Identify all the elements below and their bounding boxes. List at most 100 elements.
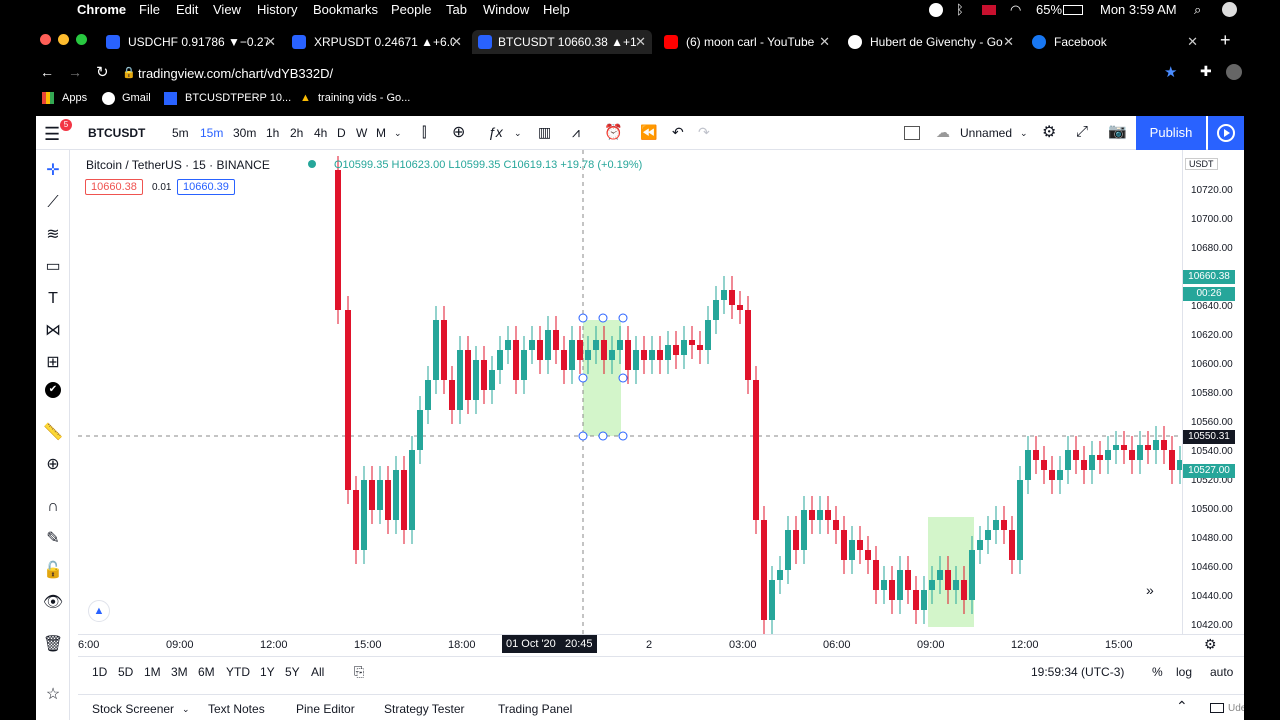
financials-icon[interactable]: ▥ — [538, 124, 551, 141]
tab-pine-editor[interactable]: Pine Editor — [296, 702, 355, 716]
range-all[interactable]: All — [311, 665, 324, 679]
ruler-icon[interactable]: 📏 — [42, 422, 64, 444]
main-menu-icon[interactable]: ☰ — [44, 124, 60, 145]
menu-window[interactable]: Window — [483, 2, 529, 17]
interval-4h[interactable]: 4h — [314, 126, 327, 140]
hide-drawings-eye-icon[interactable]: 👁 — [42, 592, 64, 614]
candle-type-icon[interactable]: ⫿ — [422, 124, 426, 141]
crosshair-icon[interactable]: ✛ — [42, 160, 64, 182]
chart-area[interactable]: Bitcoin / TetherUS · 15 · BINANCE O10599… — [78, 150, 1182, 634]
bookmark-btcusdtperp[interactable]: BTCUSDTPERP 10... — [185, 92, 291, 104]
close-tab-icon[interactable]: ✕ — [1187, 34, 1198, 50]
goto-date-calendar-icon[interactable]: ⎘ — [354, 664, 364, 680]
drawing-handle[interactable] — [578, 313, 588, 323]
layout-name[interactable]: Unnamed — [960, 126, 1012, 140]
bookmark-star-icon[interactable]: ★ — [1164, 63, 1177, 81]
interval-1h[interactable]: 1h — [266, 126, 279, 140]
lock-icon[interactable]: 🔒 — [122, 66, 136, 79]
spotlight-search-icon[interactable]: ⌕ — [1194, 2, 1201, 18]
maximize-panel-icon[interactable] — [1210, 703, 1224, 713]
highlight-box[interactable] — [583, 320, 621, 436]
redo-icon[interactable]: ↷ — [698, 124, 710, 141]
log-scale-toggle[interactable]: log — [1176, 665, 1192, 679]
compare-add-icon[interactable]: ⊕ — [452, 122, 465, 142]
record-icon[interactable] — [929, 3, 943, 17]
browser-tab[interactable]: Facebook ✕ — [1032, 30, 1198, 54]
menu-clock[interactable]: Mon 3:59 AM — [1100, 2, 1177, 17]
interval-d[interactable]: D — [337, 126, 346, 140]
interval-w[interactable]: W — [356, 126, 367, 140]
flag-icon[interactable] — [982, 5, 996, 15]
bookmark-gmail[interactable]: Gmail — [122, 92, 151, 104]
axis-settings-gear-icon[interactable]: ⚙ — [1204, 636, 1217, 653]
indicators-chevron-down-icon[interactable]: ⌄ — [514, 128, 522, 139]
close-tab-icon[interactable]: ✕ — [265, 34, 276, 50]
rectangle-tool-icon[interactable]: ▭ — [42, 256, 64, 278]
percent-scale-toggle[interactable]: % — [1152, 665, 1163, 679]
window-zoom-button[interactable] — [76, 34, 87, 45]
bluetooth-icon[interactable]: ᛒ — [956, 2, 964, 17]
tradingview-logo-icon[interactable]: ▲ — [88, 600, 110, 622]
time-axis[interactable]: 6:00 09:00 12:00 15:00 18:00 2 03:00 06:… — [78, 634, 1244, 656]
close-tab-icon[interactable]: ✕ — [451, 34, 462, 50]
browser-tab[interactable]: Hubert de Givenchy - Go ✕ — [848, 30, 1014, 54]
layout-square-icon[interactable] — [904, 126, 920, 140]
drawing-handle[interactable] — [578, 373, 588, 383]
alert-clock-icon[interactable]: ⏰ — [604, 123, 623, 141]
chart-clock[interactable]: 19:59:34 (UTC-3) — [1031, 665, 1124, 679]
app-menu-chrome[interactable]: Chrome — [77, 2, 126, 17]
trash-icon[interactable]: 🗑 — [42, 634, 64, 656]
interval-m[interactable]: M — [376, 126, 386, 140]
lock-drawings-icon[interactable]: 🔓 — [42, 560, 64, 582]
range-5d[interactable]: 5D — [118, 665, 133, 679]
play-icon[interactable] — [1208, 116, 1244, 150]
extensions-icon[interactable]: ✚ — [1200, 63, 1212, 80]
bookmark-training-vids[interactable]: training vids - Go... — [318, 92, 410, 104]
tab-strategy-tester[interactable]: Strategy Tester — [384, 702, 464, 716]
text-tool-icon[interactable]: T — [42, 288, 64, 310]
menu-help[interactable]: Help — [543, 2, 570, 17]
menu-edit[interactable]: Edit — [176, 2, 198, 17]
interval-dropdown-chevron-down-icon[interactable]: ⌄ — [394, 128, 402, 139]
symbol-search[interactable]: BTCUSDT — [88, 126, 145, 140]
browser-tab[interactable]: (6) moon carl - YouTube ✕ — [664, 30, 830, 54]
menu-view[interactable]: View — [213, 2, 241, 17]
siri-icon[interactable] — [1222, 2, 1237, 17]
forward-icon[interactable]: → — [68, 64, 82, 80]
range-1d[interactable]: 1D — [92, 665, 107, 679]
drawing-handle[interactable] — [598, 431, 608, 441]
wifi-icon[interactable]: ◠ — [1010, 2, 1021, 18]
templates-icon[interactable]: ⩘ — [572, 124, 580, 141]
browser-tab[interactable]: XRPUSDT 0.24671 ▲+6.0 ✕ — [292, 30, 462, 54]
scroll-to-realtime-icon[interactable]: » — [1146, 582, 1154, 598]
window-close-button[interactable] — [40, 34, 51, 45]
interval-30m[interactable]: 30m — [233, 126, 256, 140]
sell-price-button[interactable]: 10660.38 — [85, 179, 143, 195]
indicators-fx-icon[interactable]: ƒx — [488, 124, 503, 140]
range-1y[interactable]: 1Y — [260, 665, 275, 679]
close-tab-icon[interactable]: ✕ — [1003, 34, 1014, 50]
range-ytd[interactable]: YTD — [226, 665, 250, 679]
layout-chevron-down-icon[interactable]: ⌄ — [1020, 128, 1028, 139]
buy-price-button[interactable]: 10660.39 — [177, 179, 235, 195]
price-axis[interactable]: USDT 10720.0010700.0010680.0010660.00106… — [1182, 150, 1244, 634]
drawing-handle[interactable] — [578, 431, 588, 441]
menu-history[interactable]: History — [257, 2, 297, 17]
drawing-handle[interactable] — [618, 313, 628, 323]
checkmark-icon[interactable]: ✔ — [45, 382, 61, 398]
snapshot-camera-icon[interactable]: 📷 — [1108, 122, 1127, 140]
settings-gear-icon[interactable]: ⚙ — [1042, 122, 1056, 142]
range-3m[interactable]: 3M — [171, 665, 188, 679]
expand-panel-chevron-up-icon[interactable]: ⌃ — [1176, 698, 1188, 715]
drawing-handle[interactable] — [618, 373, 628, 383]
magnet-icon[interactable]: ∩ — [42, 496, 64, 518]
currency-label[interactable]: USDT — [1185, 158, 1218, 170]
range-6m[interactable]: 6M — [198, 665, 215, 679]
auto-scale-toggle[interactable]: auto — [1210, 665, 1233, 679]
interval-15m[interactable]: 15m — [200, 126, 223, 140]
range-1m[interactable]: 1M — [144, 665, 161, 679]
fullscreen-icon[interactable]: ⤢ — [1076, 123, 1088, 140]
stay-in-drawing-mode-icon[interactable]: ✎ — [42, 528, 64, 550]
favorites-star-icon[interactable]: ☆ — [42, 684, 64, 706]
window-minimize-button[interactable] — [58, 34, 69, 45]
